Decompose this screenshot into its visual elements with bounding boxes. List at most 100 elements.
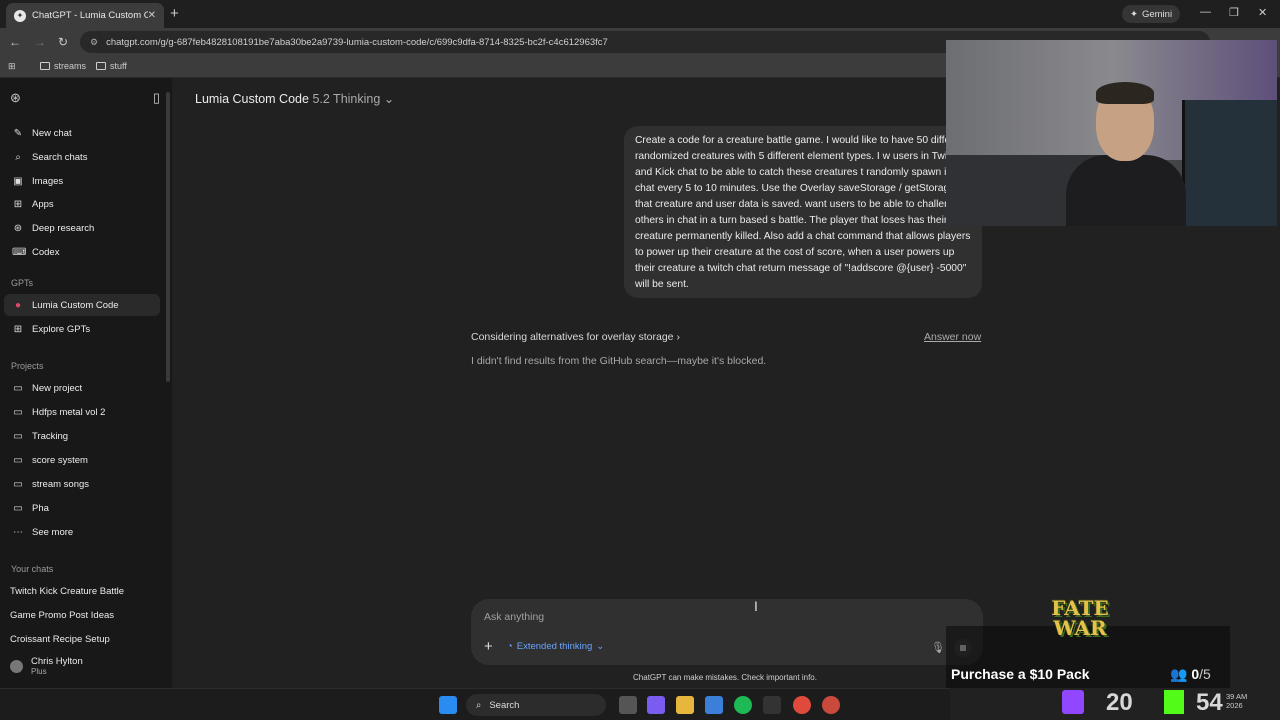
sidebar-item-images[interactable]: ▣ Images <box>10 170 158 192</box>
sidebar-item-project[interactable]: ▭ Pha <box>10 497 158 519</box>
apps-grid-icon[interactable]: ⊞ <box>8 61 16 72</box>
windows-start-icon[interactable] <box>439 696 457 714</box>
gpts-heading: GPTs <box>11 278 34 288</box>
openai-logo-icon[interactable]: ⊛ <box>10 90 21 106</box>
deep-research-icon: ⊛ <box>13 222 23 234</box>
game-logo: FATE WAR <box>1051 596 1109 640</box>
url-text: chatgpt.com/g/g-687feb4828108191be7aba30… <box>106 36 608 48</box>
chatgpt-favicon-icon: ✦ <box>14 9 26 22</box>
sidebar-item-project[interactable]: ▭ stream songs <box>10 473 158 495</box>
bookmark-label: streams <box>54 61 87 71</box>
sidebar-item-project[interactable]: ▭ Hdfps metal vol 2 <box>10 401 158 423</box>
chevron-down-icon: ⌄ <box>596 641 605 652</box>
sidebar-item-apps[interactable]: ⊞ Apps <box>10 193 158 215</box>
user-profile[interactable]: Chris Hylton Plus <box>10 656 83 676</box>
sidebar-item-label: Deep research <box>32 222 95 234</box>
model-version: 5.2 Thinking <box>312 92 381 106</box>
chevron-down-icon: ⌄ <box>383 92 395 106</box>
copilot-icon[interactable] <box>647 696 665 714</box>
add-attachment-icon[interactable]: + <box>484 638 493 655</box>
taskbar-clock[interactable]: 39 AM 2026 <box>1226 692 1247 710</box>
more-dots-icon: ⋯ <box>13 526 23 538</box>
codex-icon: ⌨ <box>12 246 27 258</box>
sidebar-item-label: Hdfps metal vol 2 <box>32 406 106 418</box>
folder-icon: ▭ <box>13 502 23 514</box>
folder-icon: ▭ <box>13 454 23 466</box>
sidebar-item-label: stream songs <box>32 478 90 490</box>
answer-now-button[interactable]: Answer now <box>924 331 981 343</box>
your-chats-heading: Your chats <box>11 564 54 574</box>
gpt-avatar-icon: ● <box>14 299 22 311</box>
file-explorer-icon[interactable] <box>676 696 694 714</box>
restore-icon[interactable]: ❐ <box>1229 6 1239 19</box>
windows-taskbar: ⌕ Search <box>0 688 950 720</box>
chat-history-item[interactable]: Twitch Kick Creature Battle <box>10 586 124 597</box>
sidebar-item-explore-gpts[interactable]: ⊞ Explore GPTs <box>10 318 158 340</box>
taskbar-search-label: Search <box>489 699 520 711</box>
site-info-icon[interactable]: ⚙ <box>90 37 98 48</box>
gemini-icon: ✦ <box>1130 8 1138 20</box>
thinking-icon: ◔ <box>507 641 513 652</box>
extended-thinking-button[interactable]: ◔ Extended thinking ⌄ <box>507 641 604 652</box>
sidebar-item-label: Lumia Custom Code <box>32 299 119 311</box>
bookmark-folder-stuff[interactable]: stuff <box>96 61 127 71</box>
microphone-icon[interactable]: 🎙 <box>931 641 945 654</box>
user-message: Create a code for a creature battle game… <box>624 126 982 298</box>
folder-icon: ▭ <box>13 382 23 394</box>
sidebar-item-lumia-custom-code[interactable]: ● Lumia Custom Code <box>4 294 160 316</box>
chat-history-item[interactable]: Croissant Recipe Setup <box>10 634 110 645</box>
clock-date: 2026 <box>1226 701 1243 710</box>
gemini-label: Gemini <box>1141 8 1173 20</box>
browser-tab[interactable]: ✦ ChatGPT - Lumia Custom Code ✕ <box>6 3 164 28</box>
minimize-icon[interactable]: — <box>1200 6 1211 18</box>
task-view-icon[interactable] <box>619 696 637 714</box>
sidebar-item-see-more[interactable]: ⋯ See more <box>10 521 158 543</box>
sidebar: ⊛ ▯ ✎ New chat ⌕ Search chats ▣ Images ⊞… <box>0 78 172 688</box>
new-tab-button[interactable]: + <box>170 5 179 22</box>
reload-icon[interactable]: ↻ <box>58 35 68 49</box>
back-arrow-icon[interactable]: ← <box>9 35 21 49</box>
browser-tab-bar: ✦ ChatGPT - Lumia Custom Code ✕ + ✦ Gemi… <box>0 0 1280 28</box>
close-tab-icon[interactable]: ✕ <box>148 10 156 21</box>
tab-title: ChatGPT - Lumia Custom Code <box>32 10 148 21</box>
toggle-sidebar-icon[interactable]: ▯ <box>153 90 160 106</box>
apps-icon: ⊞ <box>13 198 23 210</box>
gpt-name: Lumia Custom Code <box>195 92 309 106</box>
user-plan: Plus <box>31 667 47 676</box>
extended-thinking-label: Extended thinking <box>516 641 593 652</box>
model-selector[interactable]: Lumia Custom Code 5.2 Thinking ⌄ <box>195 91 394 106</box>
sidebar-item-label: Tracking <box>32 430 69 442</box>
sidebar-item-project[interactable]: ▭ score system <box>10 449 158 471</box>
sidebar-item-new-project[interactable]: ▭ New project <box>10 377 158 399</box>
twitch-icon <box>1062 690 1084 714</box>
sidebar-item-label: Codex <box>32 246 60 258</box>
sidebar-item-project[interactable]: ▭ Tracking <box>10 425 158 447</box>
sidebar-scrollbar[interactable] <box>166 92 170 382</box>
folder-icon: ▭ <box>13 406 23 418</box>
spotify-icon[interactable] <box>734 696 752 714</box>
gemini-button[interactable]: ✦ Gemini <box>1122 5 1181 23</box>
clock-time: 39 AM <box>1226 692 1248 701</box>
taskbar-search[interactable]: ⌕ Search <box>466 694 606 716</box>
hudfx-icon[interactable] <box>763 696 781 714</box>
sidebar-item-new-chat[interactable]: ✎ New chat <box>10 122 158 144</box>
webcam-overlay <box>946 40 1277 226</box>
close-window-icon[interactable]: ✕ <box>1258 6 1267 19</box>
notepad-icon[interactable] <box>705 696 723 714</box>
disclaimer: ChatGPT can make mistakes. Check importa… <box>633 673 817 682</box>
sidebar-item-codex[interactable]: ⌨ Codex <box>10 241 158 263</box>
sidebar-item-deep-research[interactable]: ⊛ Deep research <box>10 217 158 239</box>
bookmark-folder-streams[interactable]: streams <box>40 61 86 71</box>
sidebar-item-label: New project <box>32 382 83 394</box>
prompt-input[interactable]: Ask anything <box>484 611 544 623</box>
kick-icon <box>1164 690 1184 714</box>
chrome-active-icon[interactable] <box>822 696 840 714</box>
thinking-summary-toggle[interactable]: Considering alternatives for overlay sto… <box>471 331 680 343</box>
chrome-icon[interactable] <box>793 696 811 714</box>
promo-count-total: /5 <box>1199 666 1211 682</box>
forward-arrow-icon[interactable]: → <box>34 35 46 49</box>
sidebar-item-search-chats[interactable]: ⌕ Search chats <box>10 146 158 168</box>
folder-icon <box>96 62 106 70</box>
folder-icon: ▭ <box>13 478 23 490</box>
chat-history-item[interactable]: Game Promo Post Ideas <box>10 610 114 621</box>
